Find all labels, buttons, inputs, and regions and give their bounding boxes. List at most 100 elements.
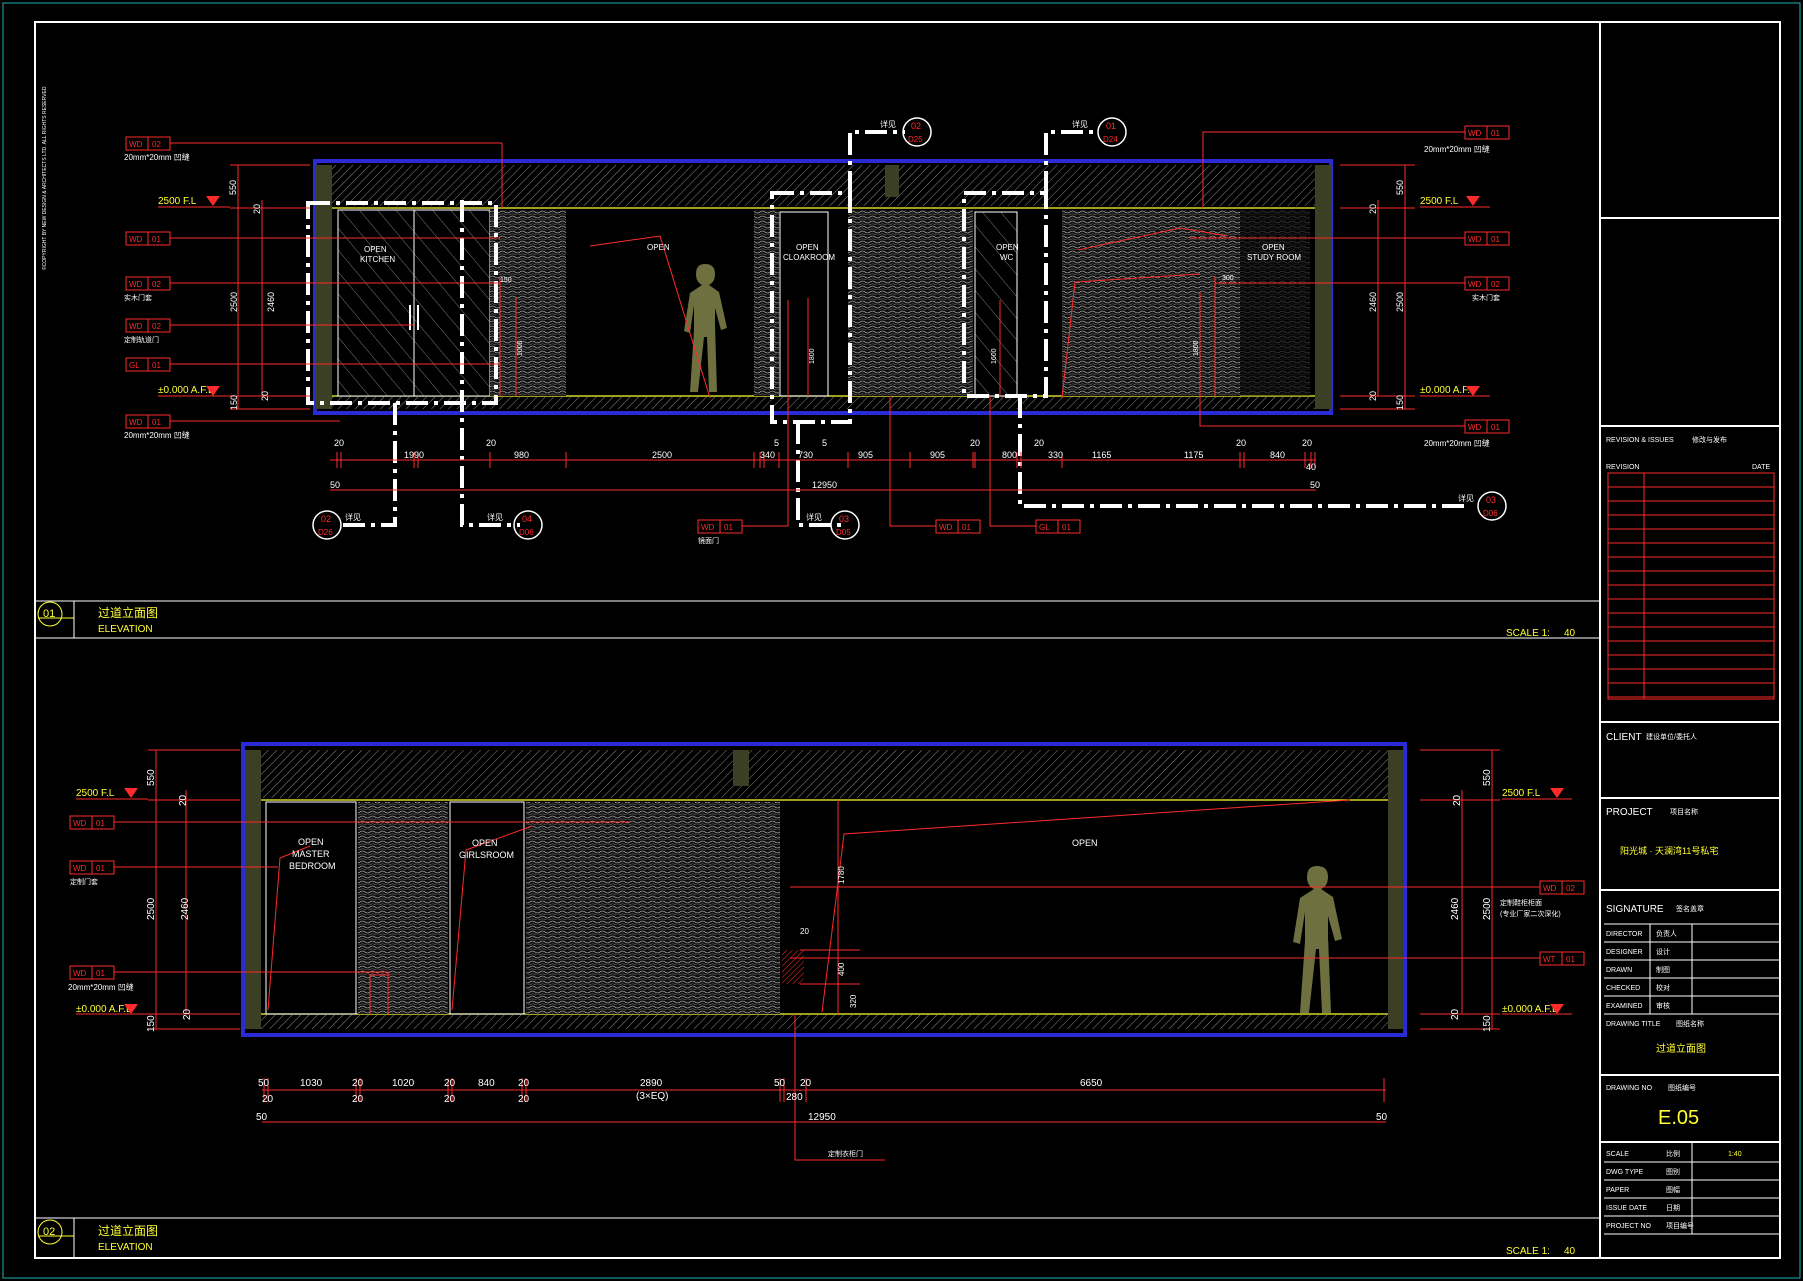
e1-tag-right-4-num: 01 bbox=[1491, 423, 1500, 432]
e2-level-top-right: 2500 F.L bbox=[1502, 788, 1541, 799]
e1-marker-2-sheet: D06 bbox=[519, 528, 534, 537]
e1-dim-label: 1165 bbox=[1092, 450, 1111, 460]
e2-vdim-right-20b: 20 bbox=[1450, 1008, 1461, 1020]
e1-dim-label: 840 bbox=[1270, 450, 1285, 460]
e1-marker-2-num: 04 bbox=[522, 514, 532, 524]
e1-dim-label: 905 bbox=[858, 450, 873, 460]
e1-marker-6-num: 03 bbox=[1486, 495, 1496, 505]
e2-dim-label: 840 bbox=[478, 1078, 495, 1089]
e2-level-top-left-arrow bbox=[124, 788, 138, 798]
e1-tag-left-1-note: 20mm*20mm 凹缝 bbox=[124, 152, 190, 162]
e1-tag-left-3-code: WD bbox=[129, 280, 143, 289]
e2-inner-1780: 1780 bbox=[837, 866, 846, 884]
e2-room-open-master: OPEN bbox=[298, 837, 324, 847]
e2-vdim-left-550: 550 bbox=[146, 769, 157, 786]
e1-tag-left-5-code: GL bbox=[129, 361, 140, 370]
e1-wall-right bbox=[1315, 165, 1331, 409]
e1-vdim-right-550: 550 bbox=[1395, 180, 1405, 195]
tb-info-label: DWG TYPE bbox=[1606, 1169, 1644, 1176]
title-block: REVISION & ISSUES 修改与发布 REVISION DATE CL… bbox=[1600, 217, 1780, 1235]
tb-sig-role-cn: 审核 bbox=[1656, 1001, 1670, 1010]
tb-sig-role: CHECKED bbox=[1606, 985, 1640, 992]
tb-info-label: PAPER bbox=[1606, 1187, 1629, 1194]
e2-red-hatch-panel bbox=[782, 950, 804, 984]
e2-vdim-left-20a: 20 bbox=[178, 794, 189, 806]
e2-inner-400: 400 bbox=[837, 962, 846, 976]
e1-vdim-left-2500: 2500 bbox=[229, 292, 239, 312]
e1-title-num: 01 bbox=[43, 608, 55, 620]
e2-room-master: MASTER bbox=[292, 849, 330, 859]
e2-subdim-label: 20 bbox=[352, 1094, 364, 1105]
e1-tag-left-3-num: 02 bbox=[152, 280, 161, 289]
e1-tag-left-2-code: WD bbox=[129, 235, 143, 244]
e1-marker-5-num: 01 bbox=[1106, 121, 1116, 131]
e1-dim-label: 730 bbox=[798, 450, 813, 460]
e1-callout-path-1 bbox=[340, 403, 397, 527]
e1-tag-bottom-1-num: 01 bbox=[724, 523, 733, 532]
e1-tag-right-1-note: 20mm*20mm 凹缝 bbox=[1424, 144, 1490, 154]
e1-dim-label: 40 bbox=[1306, 462, 1316, 472]
e1-inner-dim-5-label: 300 bbox=[1222, 275, 1234, 282]
tb-client: CLIENT bbox=[1606, 732, 1642, 743]
tb-info-label: SCALE bbox=[1606, 1151, 1629, 1158]
e1-marker-5-sheet: D24 bbox=[1103, 135, 1118, 144]
tb-drawing-no-value: E.05 bbox=[1658, 1107, 1699, 1129]
e1-vdim-right-150: 150 bbox=[1395, 395, 1405, 410]
tb-project: PROJECT bbox=[1606, 807, 1653, 818]
e2-tag-right-1-note-a: 定制鞋柜柜面 bbox=[1500, 898, 1542, 907]
e2-subdim-label: 20 bbox=[262, 1094, 274, 1105]
e1-tag-bottom-1-note: 镜面门 bbox=[698, 536, 719, 545]
e1-wood-panel-2 bbox=[754, 210, 779, 396]
tb-signature: SIGNATURE bbox=[1606, 904, 1664, 915]
e1-scale-value: 40 bbox=[1564, 628, 1576, 639]
e2-level-bottom-right: ±0.000 A.F.L bbox=[1502, 1004, 1558, 1015]
tb-info-value: 1:40 bbox=[1728, 1151, 1742, 1158]
e2-tag-left-3-num: 01 bbox=[96, 969, 105, 978]
e1-inner-dim-2-label: 1000 bbox=[517, 340, 524, 356]
tb-info-label-cn: 比例 bbox=[1666, 1149, 1680, 1158]
e2-floor-hatch bbox=[260, 1015, 1388, 1029]
e2-dim-label: 20 bbox=[352, 1078, 364, 1089]
tb-sig-role: EXAMINED bbox=[1606, 1003, 1643, 1010]
tb-client-cn: 建设单位/委托人 bbox=[1646, 732, 1697, 741]
e2-title-num: 02 bbox=[43, 1226, 55, 1238]
e1-tag-left-4-note: 定制轨道门 bbox=[124, 335, 159, 344]
e1-title-cn: 过道立面图 bbox=[98, 605, 158, 620]
e2-tag-left-1-num: 01 bbox=[96, 819, 105, 828]
e1-vdim-right-20a: 20 bbox=[1368, 204, 1378, 214]
e1-marker-6-sheet: D06 bbox=[1483, 509, 1498, 518]
e2-tag-left-2-code: WD bbox=[73, 864, 87, 873]
e1-ceiling-notch bbox=[885, 165, 899, 197]
e1-tag-left-3-note: 实木门套 bbox=[124, 293, 152, 302]
e1-dim-label: 800 bbox=[1002, 450, 1017, 460]
e1-room-open-hall: OPEN bbox=[647, 243, 670, 252]
tb-sig-role: DRAWN bbox=[1606, 967, 1632, 974]
e1-inner-dim-4-label: 1600 bbox=[991, 348, 998, 364]
tb-info-label: ISSUE DATE bbox=[1606, 1205, 1647, 1212]
e1-tag-right-1-num: 01 bbox=[1491, 129, 1500, 138]
e2-room-open-hall: OPEN bbox=[1072, 838, 1098, 848]
tb-info-label: PROJECT NO bbox=[1606, 1223, 1652, 1230]
e1-tag-left-2-num: 01 bbox=[152, 235, 161, 244]
e1-tag-right-1-code: WD bbox=[1468, 129, 1482, 138]
tb-drawing-no: DRAWING NO bbox=[1606, 1085, 1653, 1092]
e2-tag-right-1-code: WD bbox=[1543, 884, 1557, 893]
e2-ceiling-notch bbox=[733, 750, 749, 786]
e1-room-wc: WC bbox=[1000, 253, 1014, 262]
e2-scale-value: 40 bbox=[1564, 1246, 1576, 1257]
e1-room-open-cloak: OPEN bbox=[796, 243, 819, 252]
e2-room-girlsroom: GIRLSROOM bbox=[459, 850, 514, 860]
e2-inner-20: 20 bbox=[800, 927, 809, 936]
e1-vdim-right-2460: 2460 bbox=[1368, 292, 1378, 312]
e1-human-figure bbox=[684, 264, 727, 392]
tb-sig-role: DESIGNER bbox=[1606, 949, 1643, 956]
e2-dim-label: (3×EQ) bbox=[636, 1091, 669, 1102]
e1-vdim-right-2500: 2500 bbox=[1395, 292, 1405, 312]
tb-info-label-cn: 图幅 bbox=[1666, 1185, 1680, 1194]
e1-marker-4-num: 02 bbox=[911, 121, 921, 131]
e2-tag-left-2-note: 定制门套 bbox=[70, 877, 98, 886]
e1-floor-hatch bbox=[330, 397, 1316, 409]
e1-callout-label-4: 详见 bbox=[880, 119, 896, 129]
e1-callout-label-6: 详见 bbox=[1458, 493, 1474, 503]
e2-tag-left-2-num: 01 bbox=[96, 864, 105, 873]
